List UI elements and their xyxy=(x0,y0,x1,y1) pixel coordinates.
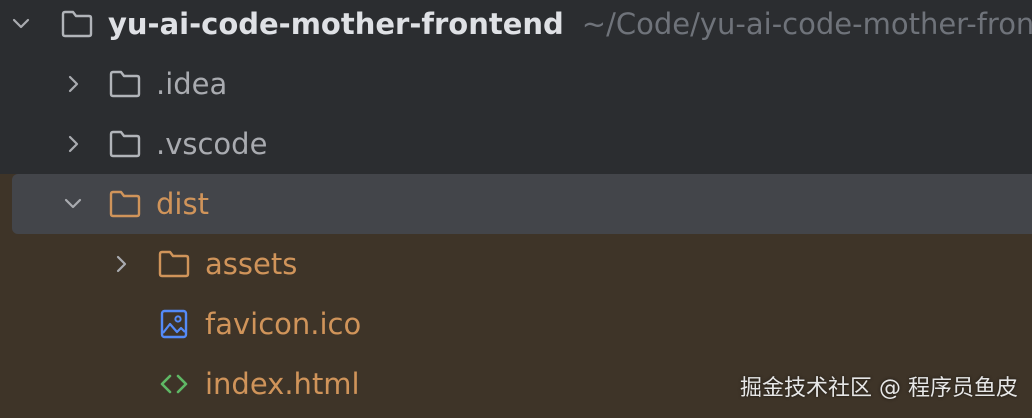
tree-item-label: index.html xyxy=(205,367,360,401)
chevron-down-icon[interactable] xyxy=(10,13,32,35)
chevron-down-icon[interactable] xyxy=(62,193,84,215)
folder-icon xyxy=(108,189,142,219)
project-root-path: ~/Code/yu-ai-code-mother-frontend xyxy=(581,7,1032,41)
tree-row-assets[interactable]: assets xyxy=(0,234,1032,294)
tree-row-favicon[interactable]: favicon.ico xyxy=(0,294,1032,354)
chevron-right-icon[interactable] xyxy=(62,133,84,155)
project-root-label: yu-ai-code-mother-frontend ~/Code/yu-ai-c… xyxy=(108,0,1032,54)
project-tree: yu-ai-code-mother-frontend ~/Code/yu-ai-c… xyxy=(0,0,1032,418)
chevron-right-icon[interactable] xyxy=(110,253,132,275)
tree-row-vscode[interactable]: .vscode xyxy=(0,114,1032,174)
tree-row-project-root[interactable]: yu-ai-code-mother-frontend ~/Code/yu-ai-c… xyxy=(0,0,1032,54)
tree-item-label: dist xyxy=(156,187,209,221)
tree-item-label: favicon.ico xyxy=(205,307,362,341)
folder-icon xyxy=(60,9,94,39)
tree-item-label: assets xyxy=(205,247,298,281)
folder-icon xyxy=(108,129,142,159)
tree-row-dist[interactable]: dist xyxy=(12,174,1032,234)
folder-icon xyxy=(157,249,191,279)
tree-item-label: .vscode xyxy=(156,127,268,161)
project-root-name: yu-ai-code-mother-frontend xyxy=(108,7,564,41)
watermark: 掘金技术社区 @ 程序员鱼皮 xyxy=(740,376,1018,401)
html-file-icon xyxy=(157,369,191,399)
chevron-right-icon[interactable] xyxy=(62,73,84,95)
folder-icon xyxy=(108,69,142,99)
tree-row-idea[interactable]: .idea xyxy=(0,54,1032,114)
tree-item-label: .idea xyxy=(156,67,228,101)
image-file-icon xyxy=(157,309,191,339)
